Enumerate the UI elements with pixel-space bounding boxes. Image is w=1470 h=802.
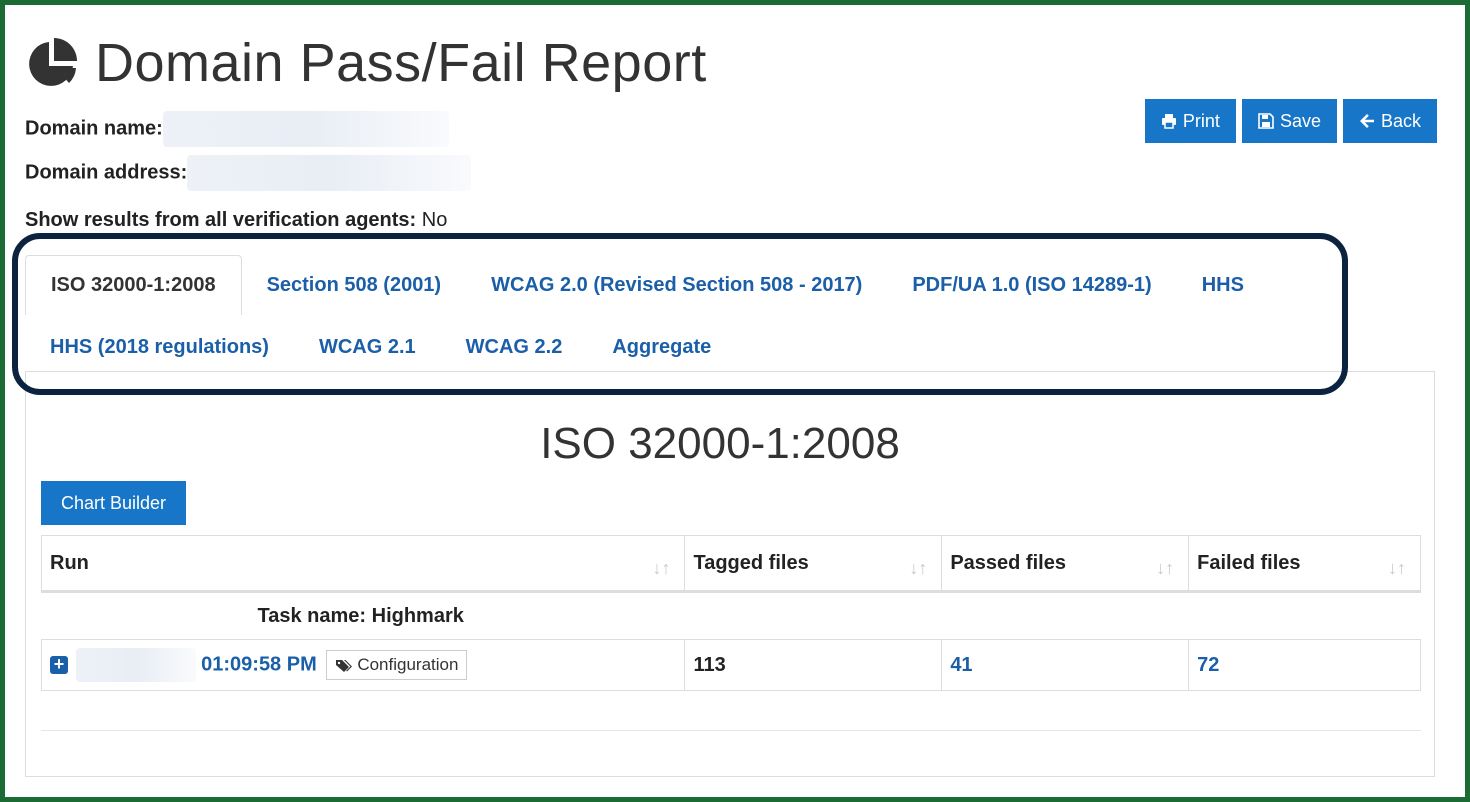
tab-wcag-2-0[interactable]: WCAG 2.0 (Revised Section 508 - 2017) xyxy=(466,255,887,315)
tab-wcag-2-2[interactable]: WCAG 2.2 xyxy=(441,317,588,377)
failed-files-link[interactable]: 72 xyxy=(1188,639,1421,691)
save-label: Save xyxy=(1279,110,1321,131)
run-cell: + 01:09:58 PM Configuration xyxy=(40,639,686,691)
sort-icon: ↓↑ xyxy=(909,558,928,578)
run-time-link[interactable]: 01:09:58 PM xyxy=(201,653,317,675)
save-button[interactable]: Save xyxy=(1241,99,1337,143)
page-title: Domain Pass/Fail Report xyxy=(95,33,707,93)
chart-builder-button[interactable]: Chart Builder xyxy=(41,481,187,525)
column-header-tagged-files[interactable]: Tagged files ↓↑ xyxy=(684,535,943,593)
domain-address-label: Domain address: xyxy=(25,161,188,184)
sort-icon: ↓↑ xyxy=(1156,558,1175,578)
agents-row: Show results from all verification agent… xyxy=(25,209,447,232)
configuration-label: Configuration xyxy=(357,655,459,674)
standards-tabs: ISO 32000-1:2008 Section 508 (2001) WCAG… xyxy=(25,249,1345,373)
agents-label: Show results from all verification agent… xyxy=(25,209,417,231)
agents-value: No xyxy=(421,209,448,231)
tab-hhs[interactable]: HHS xyxy=(1177,255,1269,315)
tab-pdf-ua[interactable]: PDF/UA 1.0 (ISO 14289-1) xyxy=(887,255,1176,315)
column-header-failed-files[interactable]: Failed files ↓↑ xyxy=(1188,535,1421,593)
printer-icon xyxy=(1161,114,1176,129)
run-date-redacted xyxy=(75,648,196,682)
domain-name-label: Domain name: xyxy=(25,117,163,140)
floppy-disk-icon xyxy=(1258,113,1274,129)
tagged-files-cell: 113 xyxy=(684,639,943,691)
sort-icon: ↓↑ xyxy=(1388,558,1406,578)
column-header-passed-files[interactable]: Passed files ↓↑ xyxy=(941,535,1190,593)
tab-section-508-2001[interactable]: Section 508 (2001) xyxy=(242,255,467,315)
domain-address-redacted xyxy=(187,155,472,191)
toolbar: Print Save Back xyxy=(1144,99,1437,143)
domain-name-row: Domain name: xyxy=(25,111,449,147)
tab-hhs-2018[interactable]: HHS (2018 regulations) xyxy=(25,317,294,377)
tags-icon xyxy=(336,659,353,672)
domain-name-redacted xyxy=(162,111,449,147)
configuration-tag[interactable]: Configuration xyxy=(326,650,468,680)
table-row: + 01:09:58 PM Configuration 113 41 72 xyxy=(40,639,1421,691)
passed-files-link[interactable]: 41 xyxy=(941,639,1190,691)
arrow-left-icon xyxy=(1359,114,1374,128)
tab-wcag-2-1[interactable]: WCAG 2.1 xyxy=(294,317,441,377)
table-footer-divider xyxy=(41,730,1421,731)
sort-icon: ↓↑ xyxy=(652,558,671,578)
results-table: Run ↓↑ Tagged files ↓↑ Passed files ↓↑ Fail… xyxy=(40,535,1421,691)
domain-address-row: Domain address: xyxy=(25,155,472,191)
back-label: Back xyxy=(1380,110,1421,131)
page-header: Domain Pass/Fail Report xyxy=(25,33,707,93)
pie-chart-icon xyxy=(29,38,77,86)
section-title: ISO 32000-1:2008 xyxy=(540,419,900,468)
task-group-row: Task name: Highmark xyxy=(41,591,1421,640)
tab-aggregate[interactable]: Aggregate xyxy=(587,317,736,377)
column-header-run[interactable]: Run ↓↑ xyxy=(40,535,686,593)
tab-iso-32000[interactable]: ISO 32000-1:2008 xyxy=(25,255,242,315)
back-button[interactable]: Back xyxy=(1342,99,1437,143)
print-button[interactable]: Print xyxy=(1144,99,1236,143)
expand-plus-icon[interactable]: + xyxy=(50,655,68,674)
print-label: Print xyxy=(1182,110,1220,131)
